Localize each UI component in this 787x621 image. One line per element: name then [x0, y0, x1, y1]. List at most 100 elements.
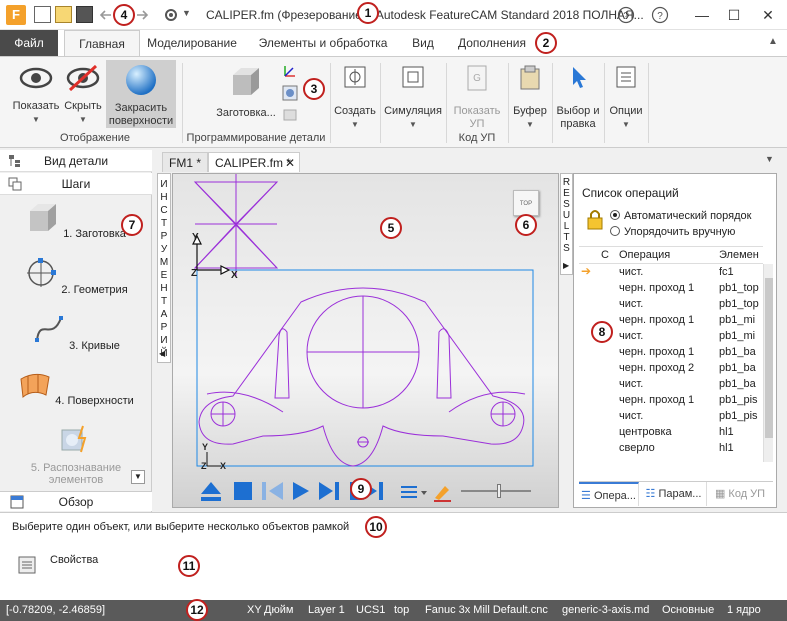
operations-scrollbar-thumb[interactable] [765, 278, 773, 438]
step-feature-recognition[interactable]: 5. Распознавание элементов [0, 422, 152, 486]
new-file-icon[interactable] [34, 6, 51, 23]
step-curves[interactable]: 3. Кривые [0, 312, 152, 352]
results-side-tab-label: RESULTS [562, 177, 571, 254]
close-button[interactable]: ✕ [756, 4, 780, 26]
eject-icon[interactable] [199, 480, 223, 502]
play-icon[interactable] [291, 481, 311, 501]
table-row[interactable]: ➔ чист. fc1 [579, 264, 763, 280]
buffer-label: Буфер [513, 105, 547, 117]
tab-view[interactable]: Вид [400, 30, 446, 56]
speed-slider-handle[interactable] [497, 484, 501, 498]
app-logo[interactable]: F [6, 5, 26, 25]
lock-icon[interactable] [586, 208, 604, 230]
help-community-icon[interactable]: ? [617, 6, 635, 24]
options-button[interactable]: Опции ▼ [606, 65, 646, 131]
cell-operation: сверло [619, 442, 655, 454]
table-row[interactable]: чист. pb1_ba [579, 376, 763, 392]
toolbox-side-tab[interactable]: ИНСТРУМЕНТАРИЙ ◀ [157, 173, 171, 363]
tab-parameters[interactable]: ☷ Парам... [641, 482, 707, 506]
tab-modeling[interactable]: Моделирование [142, 30, 242, 56]
step-surfaces[interactable]: 4. Поверхности [0, 367, 152, 407]
step-geometry[interactable]: 2. Геометрия [0, 256, 152, 296]
ribbon-separator [604, 63, 605, 143]
create-button[interactable]: Создать ▼ [332, 65, 378, 131]
hide-button[interactable]: Скрыть ▼ [62, 64, 104, 126]
properties-button[interactable]: Свойства [14, 552, 114, 578]
status-view[interactable]: top [394, 600, 409, 621]
table-row[interactable]: черн. проход 2 pb1_ba [579, 360, 763, 376]
steps-header[interactable]: Шаги [0, 173, 152, 195]
status-ucs[interactable]: UCS1 [356, 600, 385, 621]
tab-nc-code-label: Код УП [728, 488, 766, 500]
doc-tab-fm1[interactable]: FM1 * [162, 152, 209, 172]
show-button[interactable]: Показать ▼ [10, 65, 62, 126]
tab-file[interactable]: Файл [0, 30, 58, 56]
results-side-tab[interactable]: RESULTS ▶ [560, 173, 573, 275]
operations-scrollbar[interactable] [763, 264, 773, 462]
clear-simulation-icon[interactable] [431, 480, 453, 502]
tab-nc-code[interactable]: ▦ Код УП [709, 482, 771, 506]
radio-auto-order[interactable]: Автоматический порядок [610, 210, 751, 222]
table-row[interactable]: черн. проход 1 pb1_top [579, 280, 763, 296]
graphics-viewport[interactable]: Y X Z Y X Z TOP [172, 173, 559, 508]
table-row[interactable]: центровка hl1 [579, 424, 763, 440]
skip-back-icon[interactable] [261, 481, 285, 501]
steps-scroll-down-button[interactable]: ▼ [131, 470, 145, 484]
table-row[interactable]: черн. проход 1 pb1_ba [579, 344, 763, 360]
gear-icon[interactable] [163, 7, 179, 23]
stock-button[interactable]: Заготовка... [208, 65, 284, 120]
show-nc-button[interactable]: G Показать УП [448, 65, 506, 131]
simulation-button[interactable]: Симуляция ▼ [382, 65, 444, 131]
col-header-operation[interactable]: Операция [619, 249, 709, 261]
redo-icon[interactable] [135, 8, 149, 22]
ribbon-collapse-icon[interactable]: ▲ [768, 36, 778, 47]
open-file-icon[interactable] [55, 6, 72, 23]
create-feature-icon [344, 66, 366, 88]
buffer-button[interactable]: Буфер ▼ [510, 65, 550, 131]
callout-12: 12 [186, 599, 208, 621]
status-machine[interactable]: generic-3-axis.md [562, 600, 649, 621]
status-mode[interactable]: Основные [662, 600, 714, 621]
tab-features[interactable]: Элементы и обработка [252, 30, 394, 56]
tab-home[interactable]: Главная [64, 30, 140, 56]
cell-element: pb1_top [719, 282, 759, 294]
fixture-icon[interactable] [282, 107, 298, 123]
setup-icon[interactable] [282, 85, 298, 101]
col-header-element[interactable]: Элемен [719, 249, 763, 261]
cell-operation: центровка [619, 426, 672, 438]
step-options-icon[interactable] [399, 483, 429, 501]
table-row[interactable]: чист. pb1_top [579, 296, 763, 312]
doc-tabs-dropdown-icon[interactable]: ▼ [765, 154, 774, 164]
tab-operations[interactable]: ☰ Опера... [579, 482, 639, 506]
shade-surfaces-button[interactable]: Закрасить поверхности [106, 60, 176, 128]
stop-icon[interactable] [233, 481, 253, 501]
qat-dropdown-icon[interactable]: ▼ [182, 8, 191, 18]
save-icon[interactable] [76, 6, 93, 23]
undo-icon[interactable] [99, 8, 113, 22]
table-row[interactable]: черн. проход 1 pb1_pis [579, 392, 763, 408]
col-header-c[interactable]: С [601, 249, 613, 261]
status-units[interactable]: Дюйм [264, 600, 293, 621]
part-view-header[interactable]: Вид детали [0, 150, 152, 172]
select-edit-button[interactable]: Выбор и правка [554, 65, 602, 131]
close-tab-icon[interactable]: ✕ [285, 153, 295, 173]
table-row[interactable]: сверло hl1 [579, 440, 763, 456]
status-coordinates: [-0.78209, -2.46859] [6, 604, 106, 616]
speed-slider[interactable] [461, 484, 531, 498]
status-layer[interactable]: Layer 1 [308, 600, 345, 621]
tab-addins[interactable]: Дополнения [452, 30, 532, 56]
create-label: Создать [334, 105, 376, 117]
view-cube[interactable]: TOP [513, 190, 539, 216]
doc-tab-caliper[interactable]: CALIPER.fm * ✕ [208, 152, 300, 172]
minimize-button[interactable]: — [690, 4, 714, 26]
overview-header[interactable]: Обзор [0, 491, 152, 511]
status-plane[interactable]: XY [247, 600, 262, 621]
radio-manual-order[interactable]: Упорядочить вручную [610, 226, 735, 238]
maximize-button[interactable]: ☐ [722, 4, 746, 26]
status-post[interactable]: Fanuc 3x Mill Default.cnc [425, 600, 548, 621]
coordinate-system-icon[interactable] [282, 63, 298, 79]
table-row[interactable]: чист. pb1_pis [579, 408, 763, 424]
help-icon[interactable]: ? [651, 6, 669, 24]
crosshair-marker [193, 174, 279, 276]
skip-forward-icon[interactable] [317, 481, 341, 501]
